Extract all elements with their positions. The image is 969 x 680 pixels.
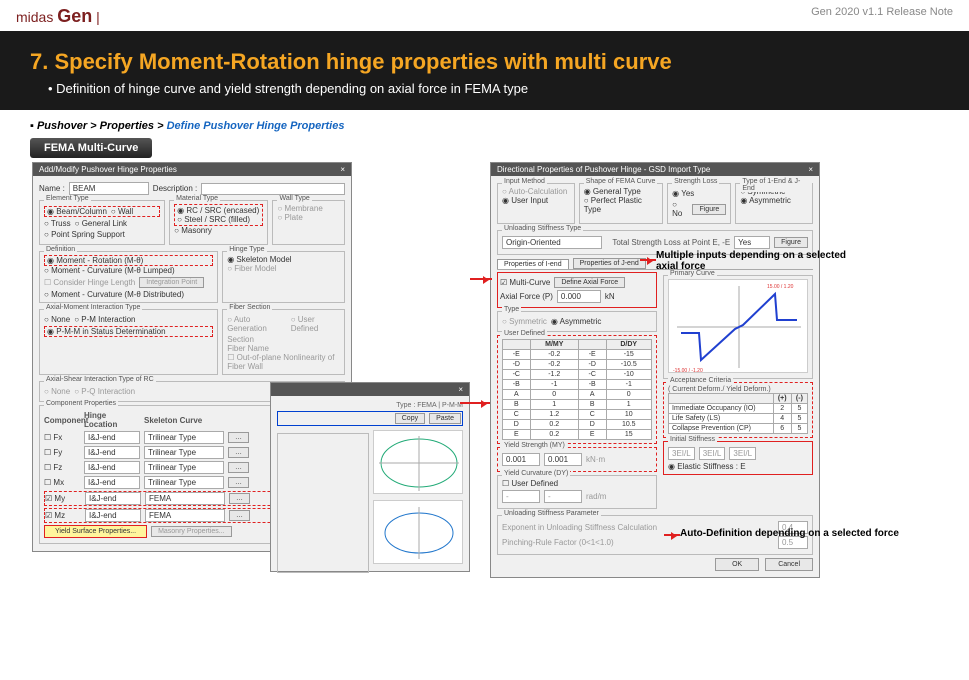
type-asym[interactable]: Asymmetric — [551, 317, 602, 326]
tspe-select[interactable]: Yes — [734, 236, 770, 249]
win-mid-title: × — [271, 383, 469, 396]
ys-pos[interactable]: 0.001 — [502, 453, 540, 466]
axial-force-input[interactable]: 0.000 — [557, 290, 601, 303]
tspe-figure-btn[interactable]: Figure — [774, 237, 808, 248]
comp-Fx[interactable]: Fx — [44, 433, 80, 442]
elem-wall[interactable]: Wall — [111, 207, 133, 216]
desc-input[interactable] — [201, 183, 345, 195]
shape-general[interactable]: General Type — [584, 187, 658, 196]
comp-Fz[interactable]: Fz — [44, 463, 80, 472]
breadcrumb: Pushover > Properties > Define Pushover … — [0, 110, 969, 138]
def-m-dist[interactable]: Moment - Curvature (M-θ Distributed) — [44, 290, 213, 299]
primary-curve-chart: -15.00 / -1.20 15.00 / 1.20 — [668, 279, 808, 373]
page-title: 7. Specify Moment-Rotation hinge propert… — [30, 49, 939, 75]
multi-curve-chk[interactable]: Multi-Curve — [500, 278, 550, 287]
ok-button[interactable]: OK — [715, 558, 759, 571]
win1-title: Add/Modify Pushover Hinge Properties× — [33, 163, 351, 176]
ust-select[interactable]: Origin-Oriented — [502, 236, 602, 249]
ys-neg[interactable]: 0.001 — [544, 453, 582, 466]
svg-text:-15.00 / -1.20: -15.00 / -1.20 — [673, 368, 703, 373]
ud-table: M/MYD/DY -E-0.2-E-15-D-0.2-D-10.5-C-1.2-… — [502, 339, 652, 440]
page-subtitle: Definition of hinge curve and yield stre… — [30, 81, 939, 96]
cancel-button[interactable]: Cancel — [765, 558, 813, 571]
yield-surface-btn[interactable]: Yield Surface Properties... — [44, 525, 147, 538]
tej-asym[interactable]: Asymmetric — [740, 196, 808, 205]
def-m-lump[interactable]: Moment - Curvature (M-θ Lumped) — [44, 266, 213, 275]
comp-Fy[interactable]: Fy — [44, 448, 80, 457]
def-m-rot[interactable]: Moment - Rotation (M-θ) — [44, 255, 213, 266]
interaction-curve — [373, 430, 463, 494]
tab-iend[interactable]: Properties of I-end — [497, 259, 569, 269]
define-axial-btn[interactable]: Define Axial Force — [554, 277, 625, 288]
ami-pmm[interactable]: P-M-M in Status Determination — [44, 326, 213, 337]
fema-tag: FEMA Multi-Curve — [30, 138, 152, 158]
comp-My[interactable]: My — [45, 494, 81, 503]
elem-spring[interactable]: Point Spring Support — [44, 230, 125, 239]
close-icon[interactable]: × — [340, 165, 345, 174]
annotation-multi-inputs: Multiple inputs depending on a selecteda… — [656, 250, 846, 272]
interaction-surface — [373, 500, 463, 564]
release-note-label: Gen 2020 v1.1 Release Note — [811, 6, 953, 27]
elem-beam[interactable]: Beam/Column — [47, 207, 107, 216]
paste-btn[interactable]: Paste — [429, 413, 461, 424]
annotation-auto-def: Auto-Definition depending on a selected … — [680, 528, 899, 539]
is-elastic[interactable]: Elastic Stiffness : E — [668, 462, 808, 471]
desc-label: Description : — [153, 184, 197, 193]
elem-link[interactable]: General Link — [75, 219, 127, 228]
comp-Mz[interactable]: Mz — [45, 511, 81, 520]
win2-title: Directional Properties of Pushover Hinge… — [491, 163, 819, 176]
elem-truss[interactable]: Truss — [44, 219, 71, 228]
arrow-2 — [470, 278, 492, 280]
ami-pm[interactable]: P-M Interaction — [74, 315, 135, 324]
copy-btn[interactable]: Copy — [395, 413, 425, 424]
shape-pp[interactable]: Perfect Plastic Type — [584, 196, 658, 214]
arrow-1 — [460, 402, 490, 404]
mat-rc[interactable]: RC / SRC (encased) — [177, 206, 260, 215]
logo: midas Gen | — [16, 6, 100, 27]
comp-Mx[interactable]: Mx — [44, 478, 80, 487]
close-icon[interactable]: × — [808, 165, 813, 174]
input-user[interactable]: User Input — [502, 196, 570, 205]
ac-table: (+)(-)Immediate Occupancy (IO)25Life Saf… — [668, 393, 808, 434]
sl-figure-btn[interactable]: Figure — [692, 204, 726, 215]
tab-jend[interactable]: Properties of J-end — [573, 258, 646, 269]
yc-ud-chk[interactable]: User Defined — [502, 479, 652, 488]
svg-text:15.00 / 1.20: 15.00 / 1.20 — [767, 284, 794, 290]
sl-no[interactable]: No — [672, 200, 688, 218]
mat-masonry[interactable]: Masonry — [174, 226, 263, 235]
name-label: Name : — [39, 184, 65, 193]
sl-yes[interactable]: Yes — [672, 189, 694, 198]
masonry-btn: Masonry Properties... — [151, 526, 232, 537]
hinge-skel[interactable]: Skeleton Model — [227, 255, 340, 264]
ami-none[interactable]: None — [44, 315, 70, 324]
mat-steel[interactable]: Steel / SRC (filled) — [177, 215, 260, 224]
name-input[interactable]: BEAM — [69, 182, 149, 195]
